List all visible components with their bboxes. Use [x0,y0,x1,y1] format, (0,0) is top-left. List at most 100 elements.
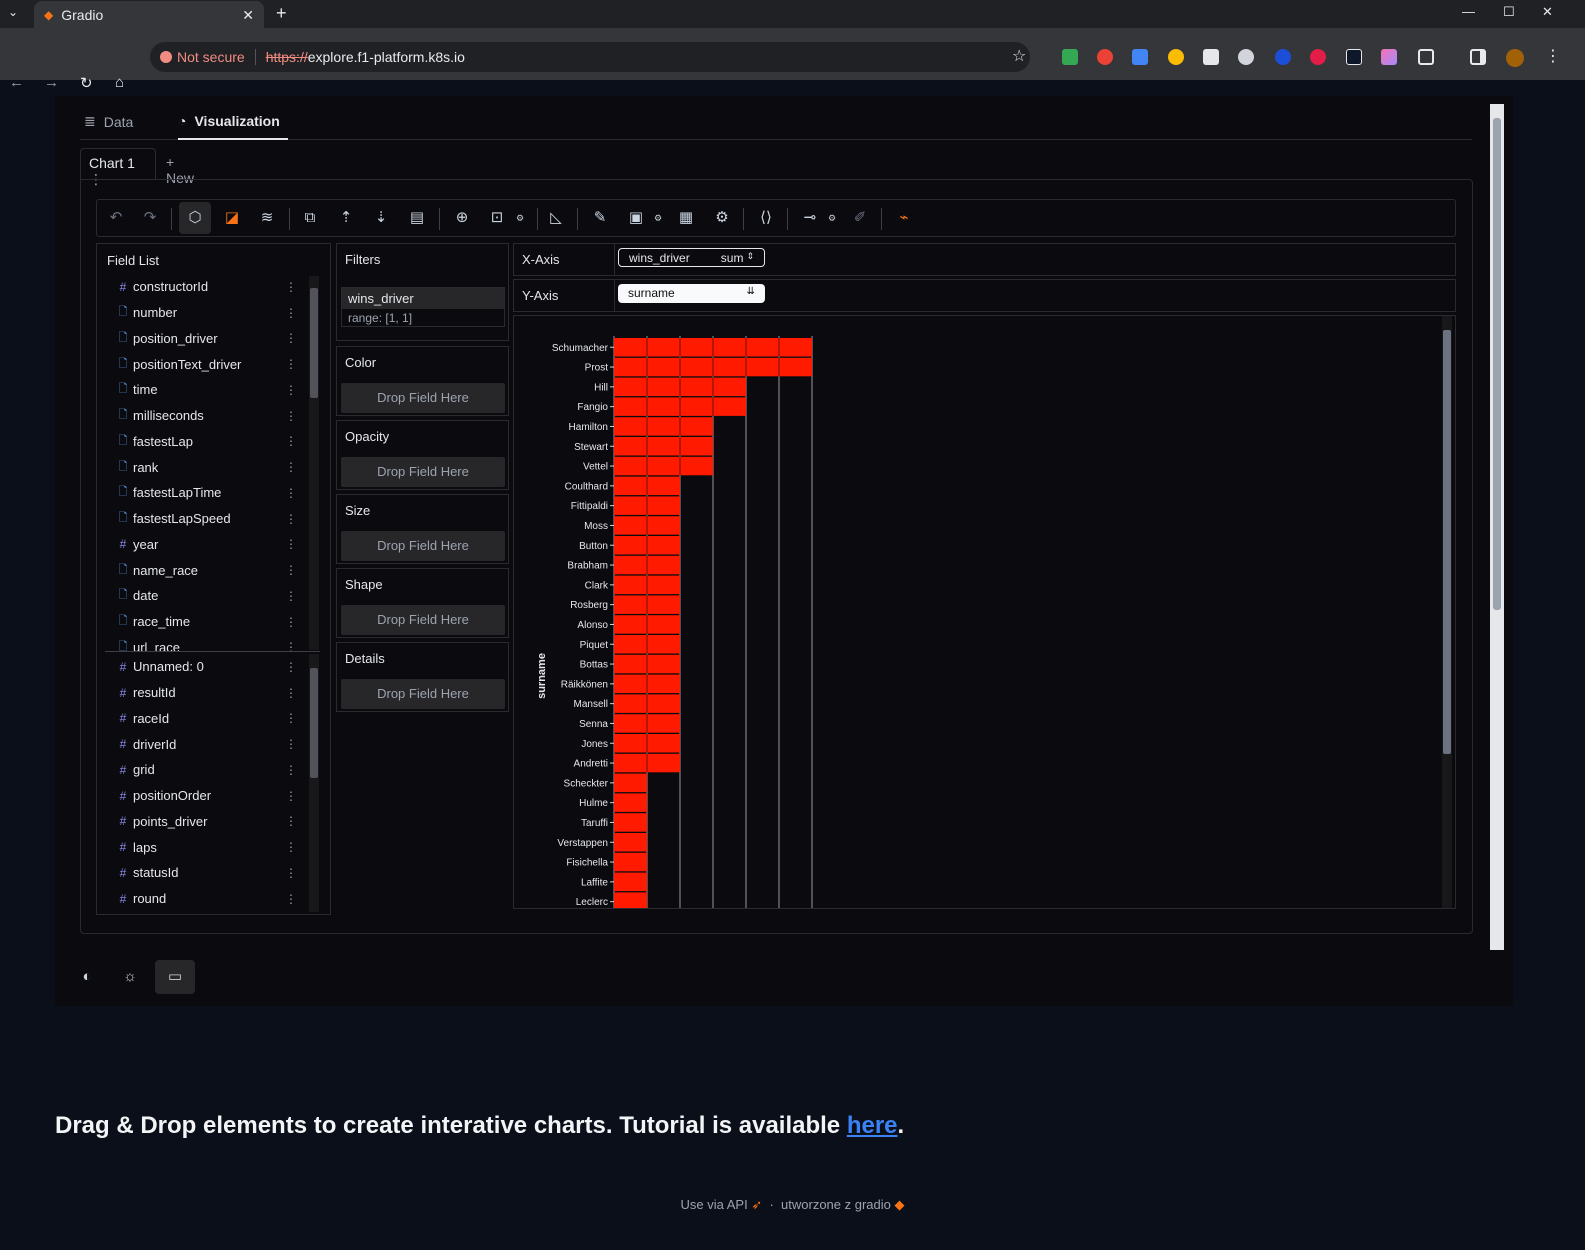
zoom-icon[interactable]: ⊕ [453,209,471,227]
field-item[interactable]: 🗋 rank ⋮ [97,454,321,480]
settings-icon[interactable]: ⚙ [713,209,731,227]
security-indicator[interactable]: Not secure [160,49,256,65]
measure-scrollbar[interactable] [309,654,319,912]
redo-icon[interactable]: ↷ [141,209,159,227]
field-item[interactable]: # statusId ⋮ [97,860,321,886]
layers-icon[interactable]: ≋ [258,209,276,227]
minimize-icon[interactable]: — [1462,4,1475,19]
opacity-drop-zone[interactable]: Drop Field Here [341,457,505,487]
dimension-scrollbar[interactable] [309,276,319,650]
extension-gradient-icon[interactable] [1381,49,1397,65]
field-menu-icon[interactable]: ⋮ [285,563,297,577]
code-icon[interactable]: ⟨⟩ [757,209,775,227]
field-item[interactable]: # positionOrder ⋮ [97,783,321,809]
brush-icon[interactable]: ✐ [851,209,869,227]
image-icon[interactable]: ▣ [627,209,645,227]
field-item[interactable]: 🗋 fastestLap ⋮ [97,429,321,455]
sidepanel-icon[interactable] [1470,49,1486,65]
cube-icon[interactable]: ⬡ [179,202,211,234]
extension-k-icon[interactable] [1346,49,1362,65]
field-menu-icon[interactable]: ⋮ [285,589,297,603]
field-item[interactable]: # resultId ⋮ [97,680,321,706]
y-axis-field-pill[interactable]: surname ⇊ [618,284,765,303]
field-item[interactable]: # round ⋮ [97,886,321,912]
profile-avatar[interactable] [1506,49,1524,67]
extensions-puzzle-icon[interactable] [1418,49,1434,65]
extension-blue-icon[interactable] [1132,49,1148,65]
field-item[interactable]: # Unnamed: 0 ⋮ [97,654,321,680]
field-menu-icon[interactable]: ⋮ [285,892,297,906]
commit-icon[interactable]: ⊸ [801,209,819,227]
browser-tab[interactable]: ◆ Gradio ✕ [34,1,264,29]
forward-icon[interactable]: → [44,74,59,91]
field-menu-icon[interactable]: ⋮ [285,866,297,880]
table-icon[interactable]: ▦ [677,209,695,227]
field-menu-icon[interactable]: ⋮ [285,357,297,371]
system-theme-icon[interactable]: ▭ [155,960,195,994]
shape-drop-zone[interactable]: Drop Field Here [341,605,505,635]
field-menu-icon[interactable]: ⋮ [285,615,297,629]
light-theme-icon[interactable]: ☼ [110,960,150,994]
field-item[interactable]: 🗋 position_driver ⋮ [97,326,321,352]
extension-swirl-icon[interactable] [1275,49,1291,65]
bar[interactable] [614,773,647,793]
app-scrollbar-thumb[interactable] [1493,118,1501,610]
chart-scrollbar[interactable] [1442,316,1452,908]
field-item[interactable]: 🗋 date ⋮ [97,583,321,609]
field-menu-icon[interactable]: ⋮ [285,686,297,700]
field-item[interactable]: 🗋 number ⋮ [97,300,321,326]
back-icon[interactable]: ← [9,74,24,91]
made-with-gradio-link[interactable]: utworzone z gradio [781,1197,891,1212]
sort-asc-icon[interactable]: ⇡ [337,209,355,227]
x-axis-field-pill[interactable]: wins_driver sum ⇕ [618,248,765,267]
size-mode-icon[interactable]: ⊡ [488,209,506,227]
details-drop-zone[interactable]: Drop Field Here [341,679,505,709]
extension-pink-icon[interactable] [1310,49,1326,65]
field-item[interactable]: # constructorId ⋮ [97,274,321,300]
maximize-icon[interactable]: ☐ [1503,4,1515,20]
bar[interactable] [614,852,647,872]
drive-extension-icon[interactable] [1062,49,1078,65]
address-bar[interactable]: Not secure https:// explore.f1-platform.… [150,42,1030,72]
new-tab-icon[interactable]: + [276,3,287,24]
image-settings-icon[interactable]: ⚙ [649,209,667,227]
bar[interactable] [614,793,647,812]
aggregation-select[interactable]: sum [721,251,744,265]
transpose-icon[interactable]: ⧉ [301,209,319,227]
tab-data[interactable]: ≣ Data [84,113,133,130]
field-menu-icon[interactable]: ⋮ [285,640,297,651]
cloud-extension-icon[interactable] [1238,49,1254,65]
bar[interactable] [614,437,713,456]
sort-desc-icon[interactable]: ⇣ [372,209,390,227]
color-drop-zone[interactable]: Drop Field Here [341,383,505,413]
painter-icon[interactable]: ⌁ [895,209,913,227]
filter-item[interactable]: wins_driver range: [1, 1] [341,287,505,327]
field-menu-icon[interactable]: ⋮ [285,409,297,423]
browser-menu-icon[interactable]: ⋮ [1545,46,1561,66]
field-item[interactable]: # driverId ⋮ [97,731,321,757]
bar[interactable] [614,813,647,832]
auto-theme-icon[interactable]: ◐ [67,960,107,994]
tab-search-icon[interactable]: ⌄ [8,5,18,19]
field-item[interactable]: 🗋 milliseconds ⋮ [97,403,321,429]
sort-icon[interactable]: ⇊ [747,286,755,301]
use-api-link[interactable]: Use via API [680,1197,747,1212]
field-item[interactable]: # laps ⋮ [97,834,321,860]
field-item[interactable]: 🗋 url_race ⋮ [97,635,321,651]
bookmark-star-icon[interactable]: ☆ [1012,46,1026,66]
undo-icon[interactable]: ↶ [107,209,125,227]
bar[interactable] [614,456,713,476]
field-menu-icon[interactable]: ⋮ [285,660,297,674]
close-tab-icon[interactable]: ✕ [242,7,254,24]
size-drop-zone[interactable]: Drop Field Here [341,531,505,561]
extension-yellow-icon[interactable] [1168,49,1184,65]
mark-type-icon[interactable]: ◪ [223,209,241,227]
field-menu-icon[interactable]: ⋮ [285,814,297,828]
field-menu-icon[interactable]: ⋮ [285,306,297,320]
file-icon[interactable]: ▤ [408,209,426,227]
chart-tab-1[interactable]: Chart 1 ⋮ [80,148,156,187]
field-menu-icon[interactable]: ⋮ [285,434,297,448]
bar[interactable] [614,892,647,909]
field-menu-icon[interactable]: ⋮ [285,331,297,345]
field-menu-icon[interactable]: ⋮ [285,711,297,725]
